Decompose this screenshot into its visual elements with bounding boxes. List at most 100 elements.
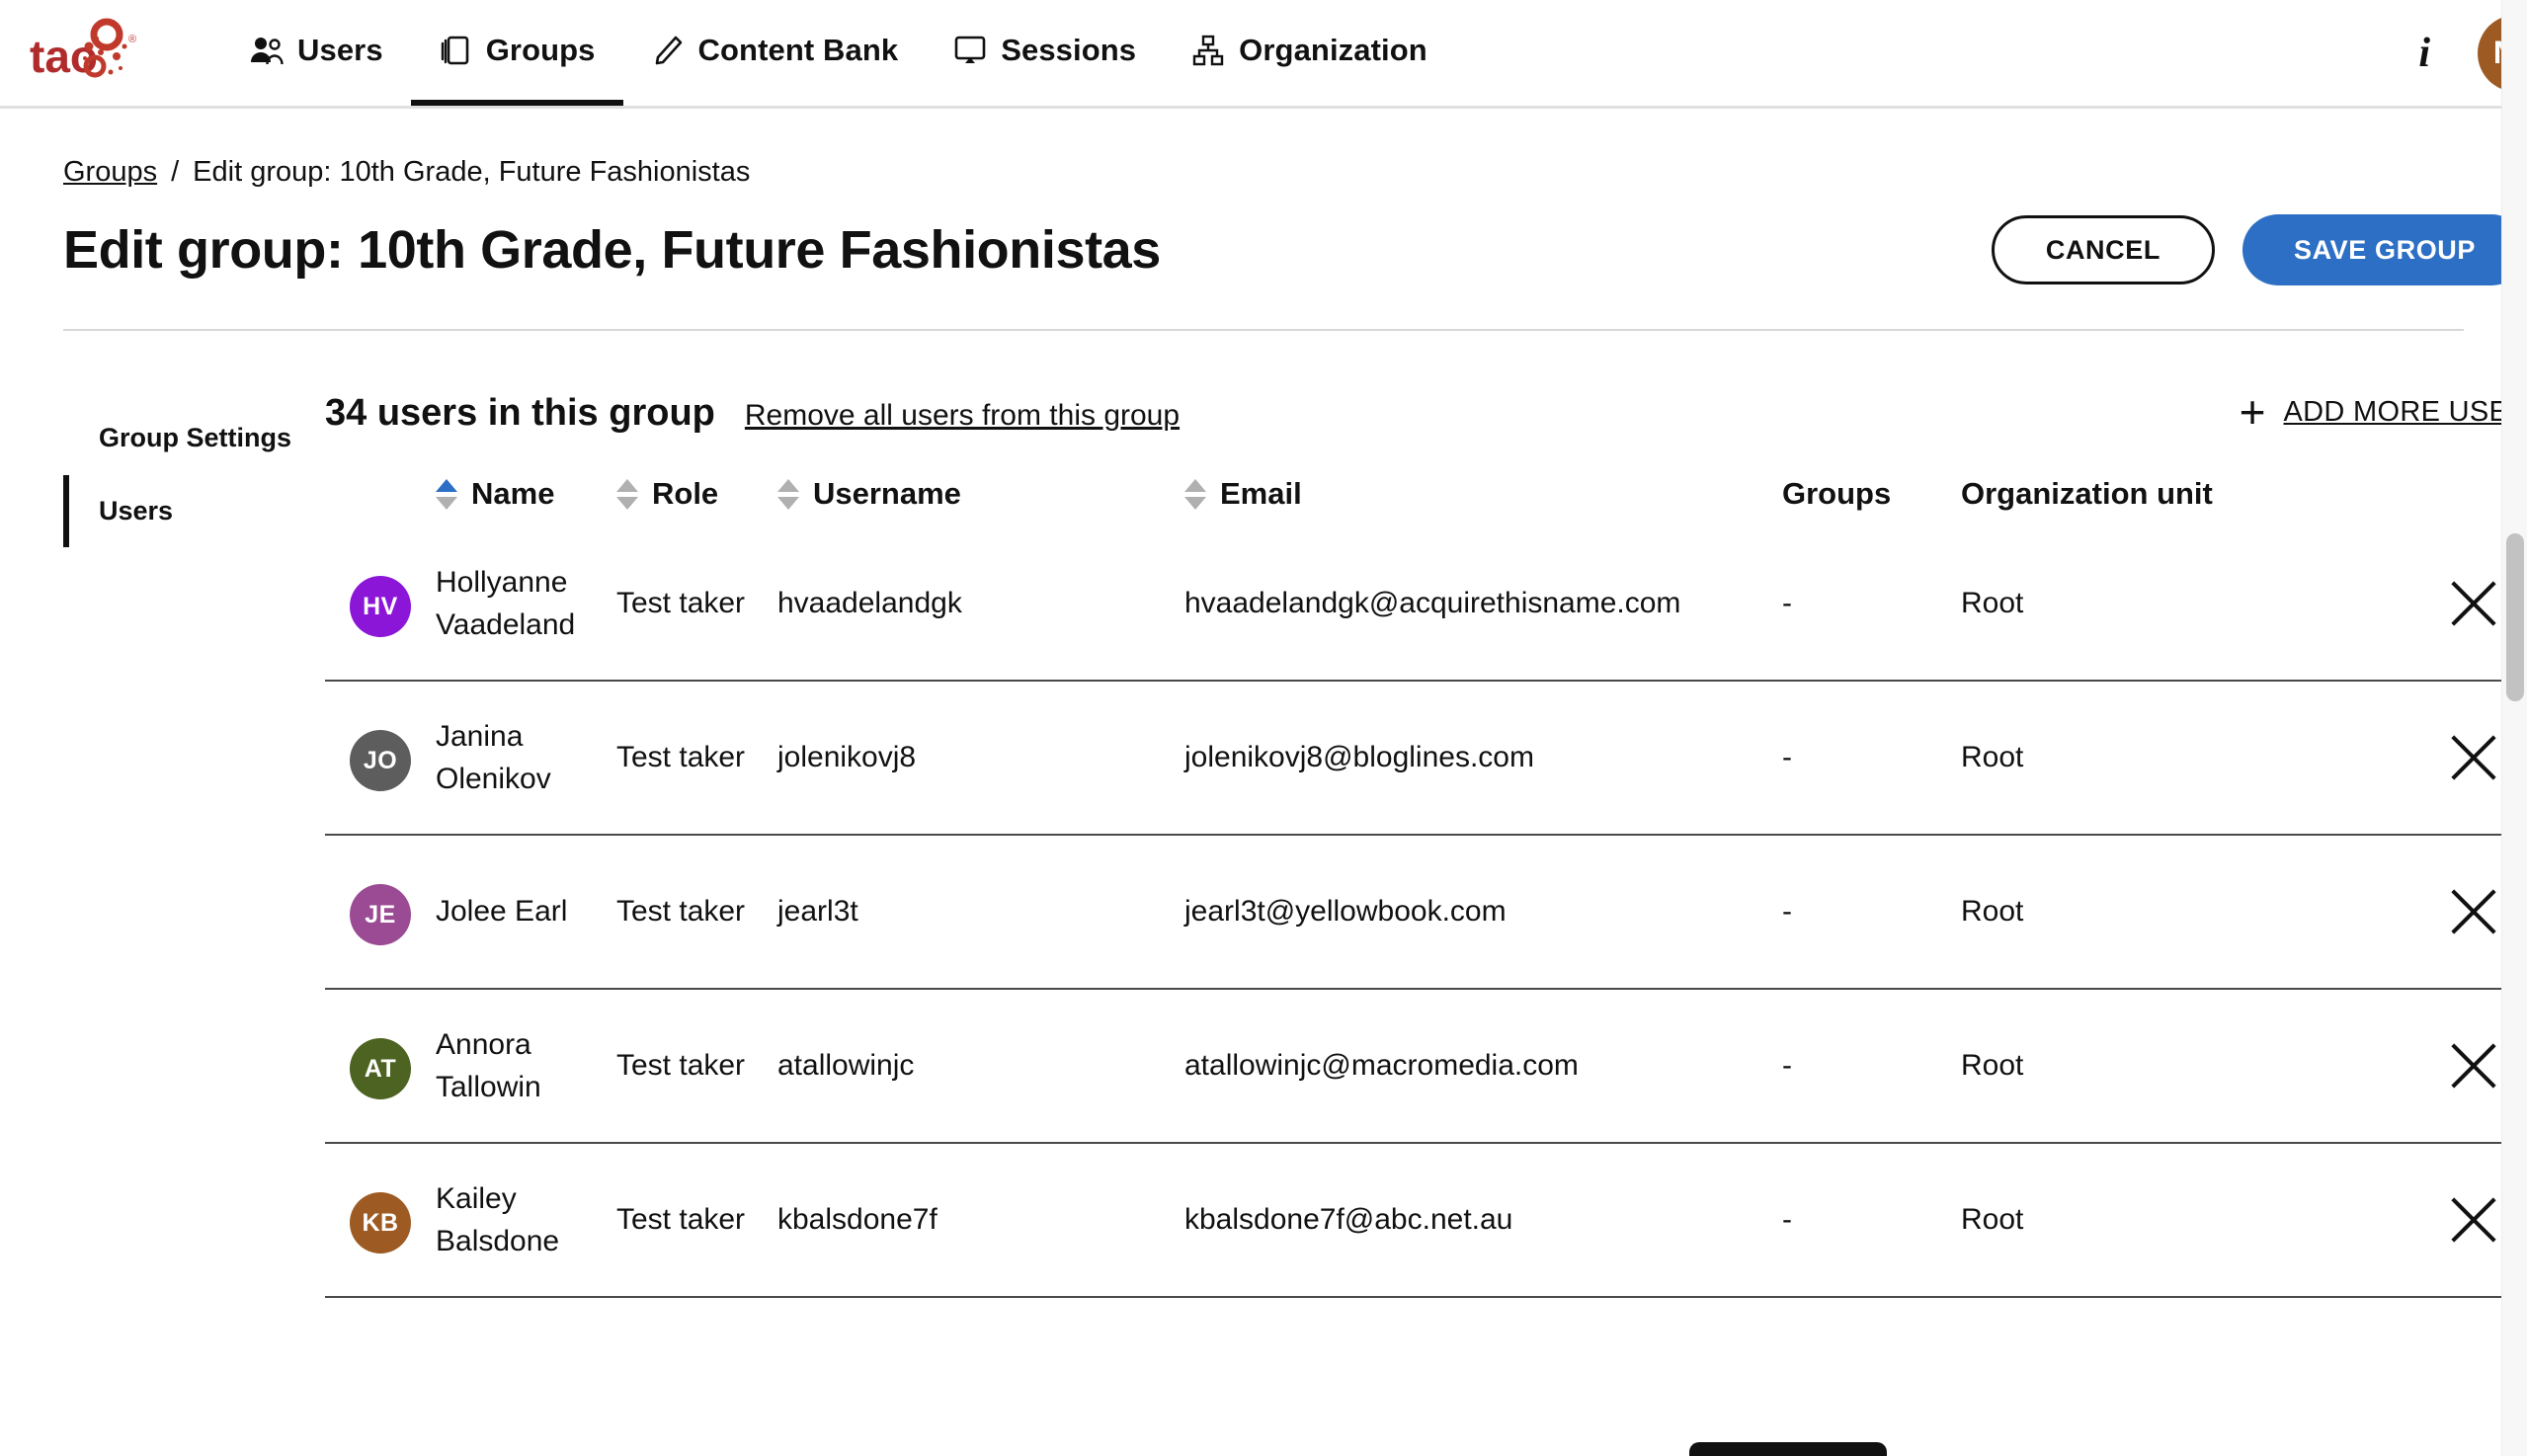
cell-username: jearl3t xyxy=(777,895,858,929)
nav-item-content-bank[interactable]: Content Bank xyxy=(623,0,927,106)
column-header-organization-unit: Organization unit xyxy=(1961,476,2420,512)
nav-item-sessions[interactable]: Sessions xyxy=(926,0,1164,106)
tao-logo[interactable]: tao ® xyxy=(30,0,168,106)
cell-groups: - xyxy=(1782,895,1792,929)
cell-username: kbalsdone7f xyxy=(777,1203,937,1237)
sort-icon-name[interactable] xyxy=(436,478,457,510)
nav-item-organization[interactable]: Organization xyxy=(1164,0,1455,106)
nav-item-organization-label: Organization xyxy=(1239,32,1427,67)
cell-organization-unit: Root xyxy=(1961,741,2024,774)
cell-username: atallowinjc xyxy=(777,1049,915,1083)
close-icon[interactable] xyxy=(2446,730,2501,785)
users-count-label: 34 users in this group xyxy=(325,392,715,434)
add-more-users-button[interactable]: + ADD MORE USERS xyxy=(2239,386,2527,438)
cell-role: Test taker xyxy=(616,587,746,620)
cell-organization-unit: Root xyxy=(1961,1203,2024,1237)
table-row: JE Jolee Earl Test taker jearl3t jearl3t@yel… xyxy=(325,836,2527,990)
cell-name: Annora Tallowin xyxy=(436,1027,541,1104)
save-group-button[interactable]: SAVE GROUP xyxy=(2242,214,2527,285)
row-avatar-cell: JE xyxy=(325,878,436,945)
column-header-groups-label: Groups xyxy=(1782,476,1892,511)
page-scrollbar[interactable] xyxy=(2501,0,2527,1456)
column-header-groups: Groups xyxy=(1782,476,1961,512)
cell-groups: - xyxy=(1782,1049,1792,1083)
cell-role: Test taker xyxy=(616,1049,746,1083)
avatar: JO xyxy=(350,730,411,791)
cell-groups: - xyxy=(1782,587,1792,620)
avatar: HV xyxy=(350,576,411,637)
cell-name: Kailey Balsdone xyxy=(436,1181,560,1258)
cell-organization-unit: Root xyxy=(1961,895,2024,929)
breadcrumb-link-groups[interactable]: Groups xyxy=(63,156,157,189)
cancel-button[interactable]: CANCEL xyxy=(1991,215,2215,284)
breadcrumb-separator: / xyxy=(171,156,180,188)
close-icon[interactable] xyxy=(2446,576,2501,631)
table-body: HV Hollyanne Vaadeland Test taker hvaadelan… xyxy=(325,527,2527,1298)
cell-username: hvaadelandgk xyxy=(777,587,962,620)
column-header-name[interactable]: Name xyxy=(436,476,616,512)
cell-email: jolenikovj8@bloglines.com xyxy=(1184,741,1534,774)
cell-organization-unit: Root xyxy=(1961,1049,2024,1083)
column-header-email-label: Email xyxy=(1220,476,1302,511)
sidebar-item-users[interactable]: Users xyxy=(63,474,325,548)
cell-groups: - xyxy=(1782,1203,1792,1237)
close-icon[interactable] xyxy=(2446,1038,2501,1093)
sidebar-item-group-settings-label: Group Settings xyxy=(99,423,291,452)
sort-icon-email[interactable] xyxy=(1184,478,1206,510)
column-header-name-label: Name xyxy=(471,476,555,511)
primary-nav: Users Groups Content Bank Sessions Organ… xyxy=(222,0,1455,106)
table-row: HV Hollyanne Vaadeland Test taker hvaadelan… xyxy=(325,527,2527,682)
cell-role: Test taker xyxy=(616,895,746,929)
avatar: JE xyxy=(350,884,411,945)
row-avatar-cell: AT xyxy=(325,1032,436,1099)
sidebar-item-group-settings[interactable]: Group Settings xyxy=(63,402,325,475)
row-avatar-cell: KB xyxy=(325,1186,436,1254)
nav-item-groups[interactable]: Groups xyxy=(410,0,623,106)
breadcrumb: Groups / Edit group: 10th Grade, Future … xyxy=(63,109,2464,189)
tao-logo-icon: tao ® xyxy=(30,18,136,82)
nav-item-users-label: Users xyxy=(297,32,383,67)
sort-icon-role[interactable] xyxy=(616,478,638,510)
title-actions: CANCEL SAVE GROUP xyxy=(1991,214,2527,285)
title-row: Edit group: 10th Grade, Future Fashionis… xyxy=(63,214,2527,331)
column-header-role-label: Role xyxy=(652,476,719,511)
remove-all-users-link[interactable]: Remove all users from this group xyxy=(745,399,1180,433)
close-icon[interactable] xyxy=(2446,884,2501,939)
row-avatar-cell: JO xyxy=(325,724,436,791)
column-header-username-label: Username xyxy=(813,476,961,511)
scrollbar-thumb[interactable] xyxy=(2506,533,2524,701)
add-more-users-label: ADD MORE USERS xyxy=(2283,395,2527,428)
cell-email: atallowinjc@macromedia.com xyxy=(1184,1049,1579,1083)
column-header-org-label: Organization unit xyxy=(1961,476,2213,511)
nav-item-sessions-label: Sessions xyxy=(1001,32,1137,67)
avatar: KB xyxy=(350,1192,411,1254)
sidebar-item-users-label: Users xyxy=(99,495,174,526)
cell-groups: - xyxy=(1782,741,1792,774)
close-icon[interactable] xyxy=(2446,1192,2501,1248)
header-avatar-spacer xyxy=(325,491,436,497)
cell-role: Test taker xyxy=(616,1203,746,1237)
plus-icon: + xyxy=(2239,386,2266,438)
groups-icon xyxy=(439,34,472,67)
users-icon xyxy=(250,34,284,67)
cell-name: Janina Olenikov xyxy=(436,719,551,796)
nav-item-users[interactable]: Users xyxy=(222,0,411,106)
page-header: Groups / Edit group: 10th Grade, Future … xyxy=(0,109,2527,331)
column-header-role[interactable]: Role xyxy=(616,476,777,512)
users-panel: 34 users in this group Remove all users … xyxy=(325,331,2527,1298)
column-header-username[interactable]: Username xyxy=(777,476,1184,512)
nav-item-groups-label: Groups xyxy=(485,32,596,67)
org-chart-icon xyxy=(1191,34,1225,67)
column-header-email[interactable]: Email xyxy=(1184,476,1782,512)
table-row: JO Janina Olenikov Test taker jolenikovj8 jo… xyxy=(325,682,2527,836)
cell-name: Hollyanne Vaadeland xyxy=(436,565,576,642)
cell-email: hvaadelandgk@acquirethisname.com xyxy=(1184,587,1681,620)
monitor-icon xyxy=(953,34,987,67)
info-icon[interactable]: i xyxy=(2418,30,2438,77)
svg-text:®: ® xyxy=(128,34,136,45)
top-navigation-bar: tao ® Users Groups Content Bank Sessions… xyxy=(0,0,2527,109)
sort-icon-username[interactable] xyxy=(777,478,799,510)
cell-email: kbalsdone7f@abc.net.au xyxy=(1184,1203,1513,1237)
table-row: KB Kailey Balsdone Test taker kbalsdone7f kb… xyxy=(325,1144,2527,1298)
users-panel-header: 34 users in this group Remove all users … xyxy=(325,386,2527,438)
